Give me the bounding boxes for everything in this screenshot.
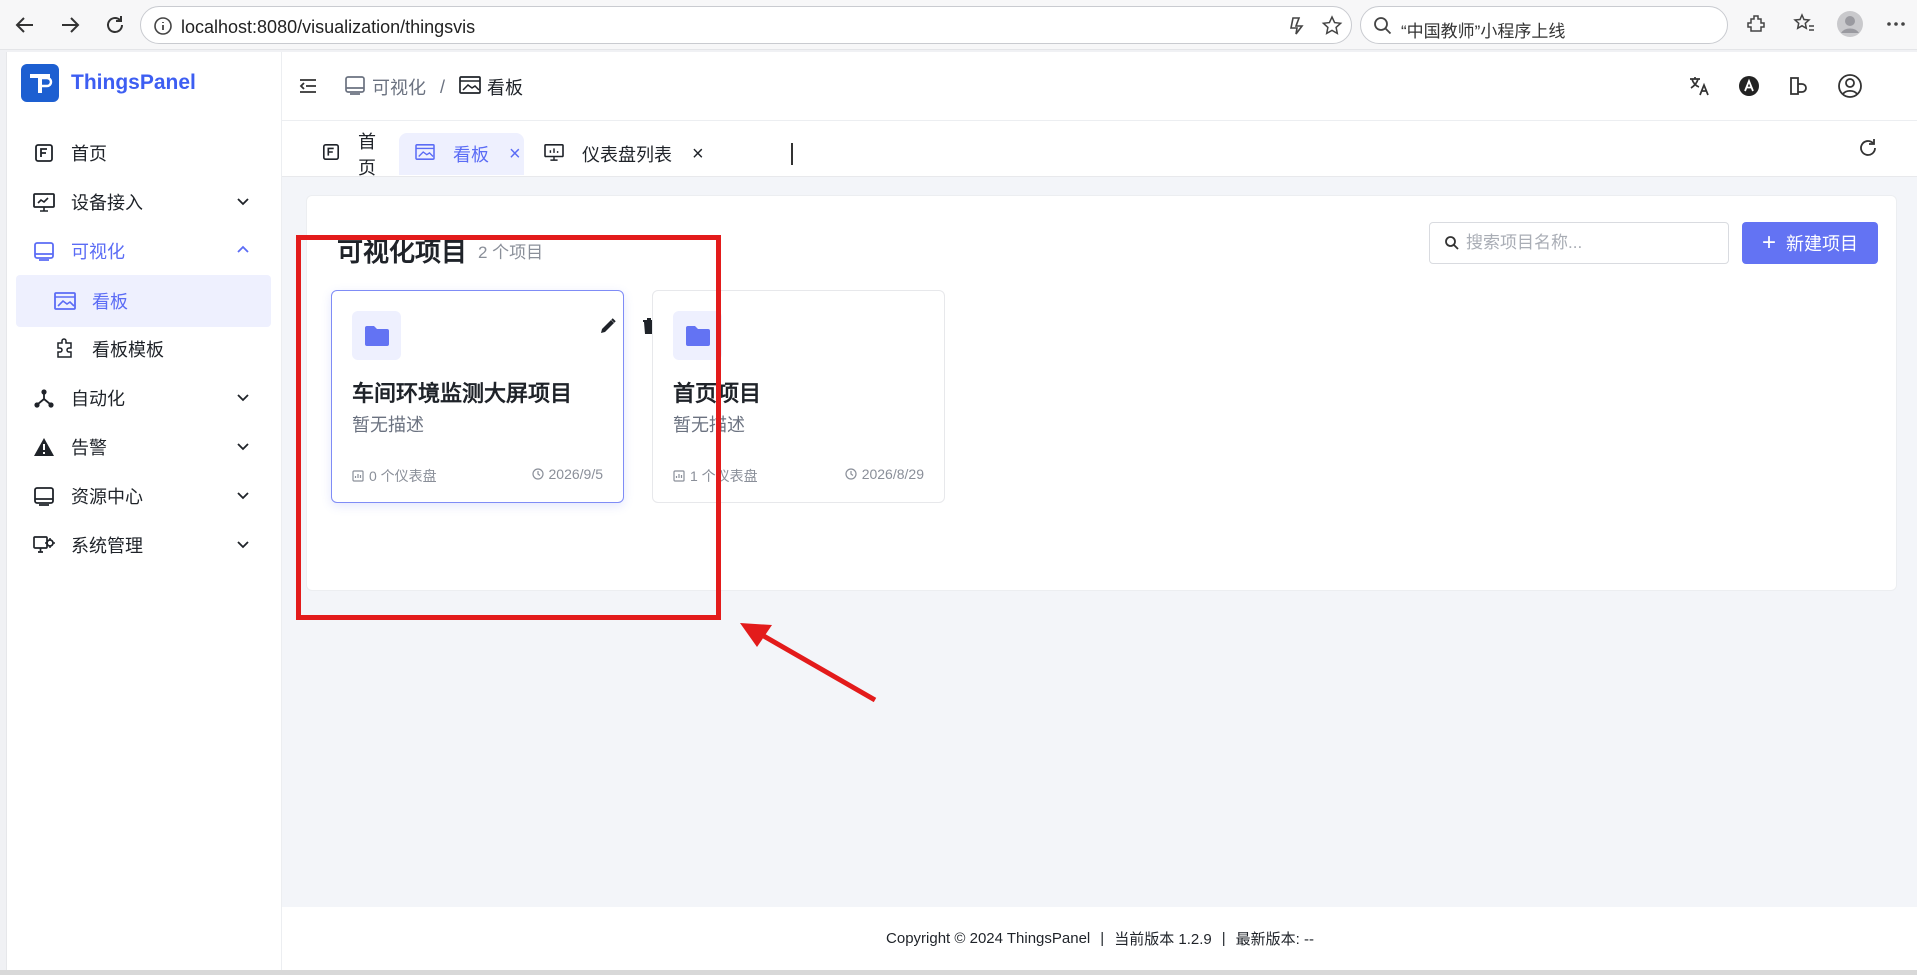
breadcrumb-item-kanban[interactable]: 看板 xyxy=(487,74,523,100)
plus-icon: + xyxy=(1761,229,1776,256)
forward-icon[interactable] xyxy=(55,10,85,40)
footer-copyright: Copyright © 2024 ThingsPanel xyxy=(886,930,1091,947)
sidebar-item-label: 可视化 xyxy=(71,242,125,262)
new-project-button[interactable]: + 新建项目 xyxy=(1742,222,1878,264)
tab-label: 首页 xyxy=(358,132,376,178)
app-logo[interactable]: ThingsPanel xyxy=(21,64,196,102)
app-window: ThingsPanel 首页 设备接入 可视化 看板 看板模板 自动化 告警 资… xyxy=(6,52,1917,970)
image-board-icon xyxy=(459,75,481,100)
screen-icon xyxy=(31,238,57,264)
tab-cursor-divider xyxy=(791,143,793,165)
monitor-chart-icon xyxy=(31,189,57,215)
sidebar-item-label: 资源中心 xyxy=(71,487,143,507)
image-board-icon xyxy=(415,143,435,166)
thingspanel-logo-icon xyxy=(21,64,59,102)
footer: Copyright © 2024 ThingsPanel | 当前版本 1.2.… xyxy=(282,907,1917,970)
search-icon xyxy=(1373,16,1393,41)
theme-mode-icon[interactable] xyxy=(1737,74,1761,103)
translate-icon[interactable] xyxy=(1687,74,1711,103)
sidebar-item-visualization[interactable]: 可视化 xyxy=(15,225,271,277)
extensions-icon[interactable] xyxy=(1745,12,1769,41)
sidebar-item-label: 告警 xyxy=(71,438,107,458)
sidebar-item-system-management[interactable]: 系统管理 xyxy=(15,519,271,571)
project-date: 2026/8/29 xyxy=(845,466,924,482)
url-text[interactable]: localhost:8080/visualization/thingsvis xyxy=(181,17,475,38)
back-icon[interactable] xyxy=(10,10,40,40)
app-name: ThingsPanel xyxy=(71,71,196,94)
home-icon xyxy=(31,140,57,166)
chevron-down-icon xyxy=(235,389,251,410)
breadcrumb-separator: / xyxy=(440,76,446,97)
collapse-menu-icon[interactable] xyxy=(298,76,318,101)
sidebar-item-kanban-templates[interactable]: 看板模板 xyxy=(16,323,271,375)
tab-home[interactable]: 首页 xyxy=(308,132,392,178)
copilot-icon[interactable] xyxy=(1286,15,1308,42)
screen-icon xyxy=(344,75,366,100)
chevron-down-icon xyxy=(235,536,251,557)
sidebar-item-kanban[interactable]: 看板 xyxy=(16,275,271,327)
sidebar-item-label: 看板模板 xyxy=(92,340,164,360)
tab-bar: 首页 看板 × 仪表盘列表 × xyxy=(282,121,1917,178)
warning-icon xyxy=(31,434,57,460)
tab-dashboard-list[interactable]: 仪表盘列表 × xyxy=(532,133,712,175)
sidebar-item-automation[interactable]: 自动化 xyxy=(15,372,271,424)
sidebar-item-label: 自动化 xyxy=(71,389,125,409)
tab-close-icon[interactable]: × xyxy=(509,143,521,166)
search-input[interactable] xyxy=(1466,231,1716,255)
breadcrumb-item-visualization[interactable]: 可视化 xyxy=(372,74,426,100)
breadcrumb: 可视化 / 看板 xyxy=(344,74,523,100)
home-icon xyxy=(322,143,340,166)
annotation-highlight-box xyxy=(296,235,721,620)
workflow-icon xyxy=(31,385,57,411)
profile-avatar-icon[interactable] xyxy=(1836,10,1864,43)
tab-label: 仪表盘列表 xyxy=(582,145,672,165)
footer-latest-version: 最新版本: -- xyxy=(1235,931,1314,948)
chevron-down-icon xyxy=(235,438,251,459)
refresh-icon[interactable] xyxy=(100,10,130,40)
sidebar-item-label: 设备接入 xyxy=(71,193,143,213)
sidebar-item-alarm[interactable]: 告警 xyxy=(15,421,271,473)
monitor-gear-icon xyxy=(31,532,57,558)
os-taskbar-strip xyxy=(0,970,1917,975)
tab-label: 看板 xyxy=(453,145,489,165)
sidebar-item-label: 看板 xyxy=(92,292,128,312)
sidebar-item-resource-center[interactable]: 资源中心 xyxy=(15,470,271,522)
screen-icon xyxy=(31,483,57,509)
sidebar-item-device-access[interactable]: 设备接入 xyxy=(15,176,271,228)
sidebar-item-home[interactable]: 首页 xyxy=(15,127,271,179)
sidebar: ThingsPanel 首页 设备接入 可视化 看板 看板模板 自动化 告警 资… xyxy=(7,52,282,970)
favorite-star-icon[interactable] xyxy=(1321,15,1343,42)
monitor-chart-icon xyxy=(544,143,564,166)
sidebar-item-label: 首页 xyxy=(71,144,107,164)
user-account-icon[interactable] xyxy=(1837,73,1863,104)
browser-search-box[interactable]: “中国教师”小程序上线 xyxy=(1360,6,1728,44)
site-info-icon[interactable] xyxy=(153,16,173,41)
tab-kanban[interactable]: 看板 × xyxy=(399,133,524,175)
chevron-up-icon xyxy=(235,242,251,263)
sidebar-item-label: 系统管理 xyxy=(71,536,143,556)
top-header: 可视化 / 看板 xyxy=(282,52,1917,121)
browser-toolbar: localhost:8080/visualization/thingsvis “… xyxy=(0,0,1917,50)
search-icon xyxy=(1444,235,1460,256)
favorites-icon[interactable] xyxy=(1792,12,1816,41)
footer-divider: | xyxy=(1100,930,1105,947)
address-bar[interactable]: localhost:8080/visualization/thingsvis xyxy=(140,6,1352,44)
tab-close-icon[interactable]: × xyxy=(692,143,704,166)
puzzle-icon xyxy=(52,336,78,362)
clock-icon xyxy=(845,468,857,480)
browser-search-query[interactable]: “中国教师”小程序上线 xyxy=(1401,17,1565,42)
footer-divider: | xyxy=(1221,930,1226,947)
more-menu-icon[interactable] xyxy=(1884,12,1908,41)
chevron-down-icon xyxy=(235,193,251,214)
reload-tab-icon[interactable] xyxy=(1857,137,1879,164)
annotation-arrow-icon xyxy=(740,623,877,703)
project-search[interactable] xyxy=(1429,222,1729,264)
footer-current-version: 当前版本 1.2.9 xyxy=(1114,931,1212,948)
image-board-icon xyxy=(52,288,78,314)
new-project-label: 新建项目 xyxy=(1786,234,1858,254)
layout-switch-icon[interactable] xyxy=(1787,74,1811,103)
chevron-down-icon xyxy=(235,487,251,508)
